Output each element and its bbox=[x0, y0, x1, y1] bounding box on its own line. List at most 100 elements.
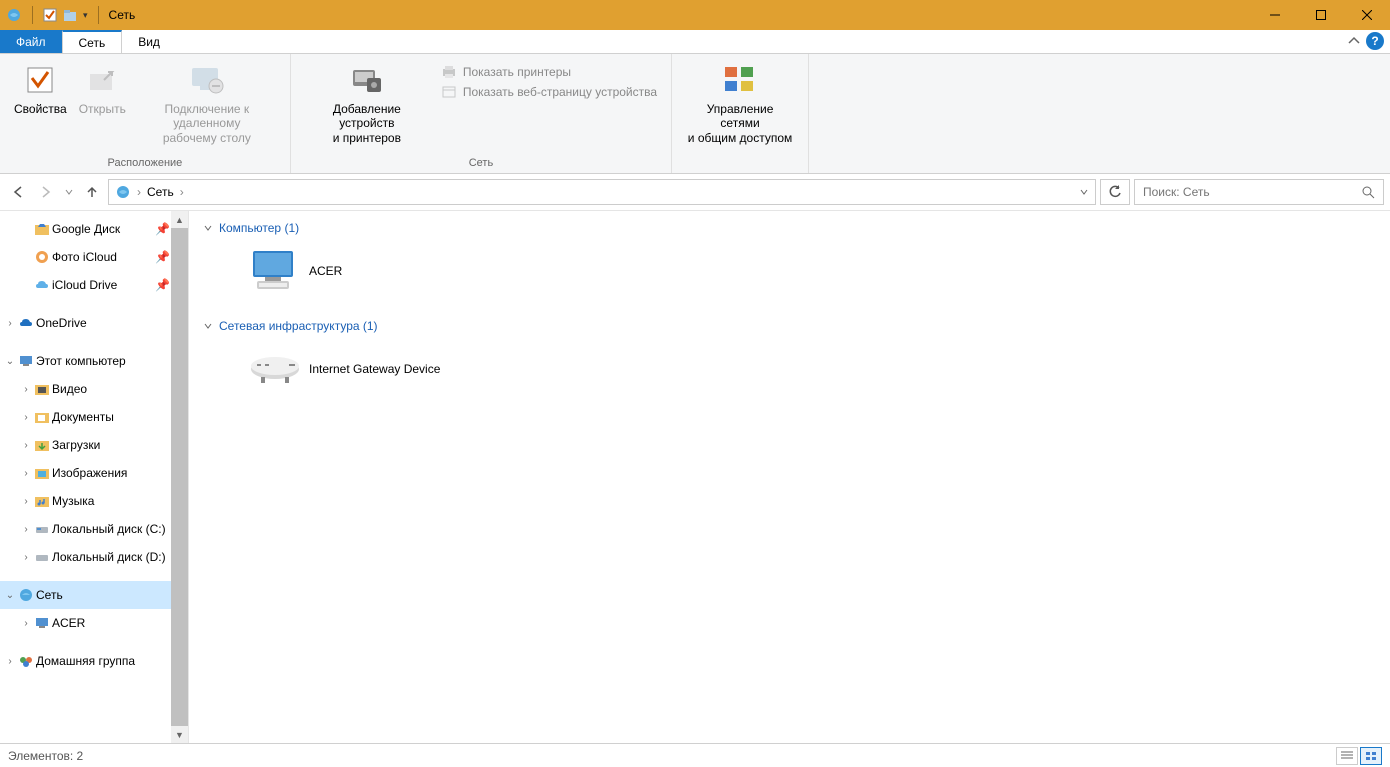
collapse-icon[interactable]: ⌄ bbox=[4, 355, 16, 367]
label: Сеть bbox=[36, 588, 63, 602]
expand-icon[interactable]: › bbox=[20, 495, 32, 507]
scroll-up-button[interactable]: ▲ bbox=[171, 211, 188, 228]
label: Изображения bbox=[52, 466, 127, 480]
computer-icon bbox=[18, 353, 34, 369]
folder-qat-icon[interactable] bbox=[63, 8, 77, 22]
group-label: Компьютер (1) bbox=[219, 221, 299, 235]
ribbon: Свойства Открыть Подключение к удаленном… bbox=[0, 54, 1390, 174]
expand-icon[interactable]: › bbox=[20, 523, 32, 535]
titlebar: ▾ Сеть bbox=[0, 0, 1390, 30]
sidebar-item-homegroup[interactable]: › Домашняя группа bbox=[0, 647, 188, 675]
forward-button[interactable] bbox=[34, 180, 58, 204]
webpage-icon bbox=[441, 84, 457, 100]
sidebar-scrollbar[interactable]: ▲ ▼ bbox=[171, 211, 188, 743]
sidebar-item-photo-icloud[interactable]: Фото iCloud 📌 bbox=[0, 243, 188, 271]
group-header-infra[interactable]: Сетевая инфраструктура (1) bbox=[203, 319, 1390, 333]
group-label: Сетевая инфраструктура (1) bbox=[219, 319, 378, 333]
chevron-right-icon[interactable]: › bbox=[137, 185, 141, 199]
chevron-right-icon[interactable]: › bbox=[180, 185, 184, 199]
show-webpage-label: Показать веб-страницу устройства bbox=[463, 85, 657, 99]
expand-icon[interactable]: › bbox=[20, 617, 32, 629]
collapse-icon[interactable] bbox=[203, 321, 213, 331]
sidebar-item-this-pc[interactable]: ⌄ Этот компьютер bbox=[0, 347, 188, 375]
sidebar-item-music[interactable]: › Музыка bbox=[0, 487, 188, 515]
group-header-computer[interactable]: Компьютер (1) bbox=[203, 221, 1390, 235]
sidebar-item-network[interactable]: ⌄ Сеть bbox=[0, 581, 188, 609]
label: Этот компьютер bbox=[36, 354, 126, 368]
refresh-button[interactable] bbox=[1100, 179, 1130, 205]
up-button[interactable] bbox=[80, 180, 104, 204]
breadcrumb-network[interactable]: Сеть bbox=[147, 185, 174, 199]
label: Локальный диск (C:) bbox=[52, 522, 166, 536]
close-button[interactable] bbox=[1344, 0, 1390, 30]
network-icon bbox=[6, 7, 22, 23]
network-center-button[interactable]: Управление сетямии общим доступом bbox=[680, 58, 800, 147]
qat-dropdown-icon[interactable]: ▾ bbox=[83, 10, 88, 21]
tab-network[interactable]: Сеть bbox=[62, 30, 123, 53]
details-view-button[interactable] bbox=[1336, 747, 1358, 765]
expand-icon[interactable]: › bbox=[20, 467, 32, 479]
sidebar-item-documents[interactable]: › Документы bbox=[0, 403, 188, 431]
navigation-pane: Google Диск 📌 Фото iCloud 📌 iCloud Drive… bbox=[0, 211, 189, 743]
expand-icon[interactable]: › bbox=[20, 551, 32, 563]
expand-icon[interactable]: › bbox=[20, 383, 32, 395]
ribbon-group-location: Свойства Открыть Подключение к удаленном… bbox=[0, 54, 291, 173]
label: Загрузки bbox=[52, 438, 100, 452]
expand-icon[interactable]: › bbox=[20, 411, 32, 423]
label: Видео bbox=[52, 382, 87, 396]
tab-view[interactable]: Вид bbox=[122, 30, 176, 53]
expand-icon[interactable]: › bbox=[20, 439, 32, 451]
search-icon[interactable] bbox=[1361, 185, 1375, 199]
expand-icon[interactable]: › bbox=[4, 655, 16, 667]
rd-label2: рабочему столу bbox=[163, 131, 251, 145]
address-dropdown-icon[interactable] bbox=[1079, 187, 1089, 197]
ribbon-collapse-icon[interactable] bbox=[1348, 35, 1360, 47]
help-button[interactable]: ? bbox=[1366, 32, 1384, 50]
expand-icon[interactable]: › bbox=[4, 317, 16, 329]
sidebar-item-videos[interactable]: › Видео bbox=[0, 375, 188, 403]
collapse-icon[interactable]: ⌄ bbox=[4, 589, 16, 601]
checkbox-icon[interactable] bbox=[43, 8, 57, 22]
ribbon-group-network: Добавление устройстви принтеров Показать… bbox=[291, 54, 672, 173]
add-devices-button[interactable]: Добавление устройстви принтеров bbox=[299, 58, 435, 147]
sidebar-item-local-disk-2[interactable]: › Локальный диск (D:) bbox=[0, 543, 188, 571]
scroll-thumb[interactable] bbox=[171, 228, 188, 726]
address-bar[interactable]: › Сеть › bbox=[108, 179, 1096, 205]
item-gateway-device[interactable]: Internet Gateway Device bbox=[243, 339, 444, 399]
open-button[interactable]: Открыть bbox=[73, 58, 132, 118]
item-computer-acer[interactable]: ACER bbox=[243, 241, 346, 301]
sidebar-item-icloud-drive[interactable]: iCloud Drive 📌 bbox=[0, 271, 188, 299]
sidebar-item-local-disk-1[interactable]: › Локальный диск (C:) bbox=[0, 515, 188, 543]
pin-icon: 📌 bbox=[155, 278, 170, 292]
pin-icon: 📌 bbox=[155, 222, 170, 236]
show-webpage-button[interactable]: Показать веб-страницу устройства bbox=[435, 82, 663, 102]
sidebar-item-google-drive[interactable]: Google Диск 📌 bbox=[0, 215, 188, 243]
sidebar-item-acer[interactable]: › ACER bbox=[0, 609, 188, 637]
homegroup-icon bbox=[18, 653, 34, 669]
item-label: ACER bbox=[309, 264, 342, 278]
minimize-button[interactable] bbox=[1252, 0, 1298, 30]
sidebar-item-downloads[interactable]: › Загрузки bbox=[0, 431, 188, 459]
folder-icon bbox=[34, 465, 50, 481]
ribbon-tabs: Файл Сеть Вид ? bbox=[0, 30, 1390, 54]
open-label: Открыть bbox=[79, 102, 126, 116]
collapse-icon[interactable] bbox=[203, 223, 213, 233]
folder-icon bbox=[34, 221, 50, 237]
remote-desktop-button[interactable]: Подключение к удаленномурабочему столу bbox=[132, 58, 282, 147]
tab-file[interactable]: Файл bbox=[0, 30, 62, 53]
item-label: Internet Gateway Device bbox=[309, 362, 440, 376]
search-box[interactable] bbox=[1134, 179, 1384, 205]
ribbon-group-center: Управление сетямии общим доступом bbox=[672, 54, 809, 173]
properties-button[interactable]: Свойства bbox=[8, 58, 73, 118]
recent-dropdown[interactable] bbox=[62, 180, 76, 204]
show-printers-button[interactable]: Показать принтеры bbox=[435, 62, 663, 82]
sidebar-item-pictures[interactable]: › Изображения bbox=[0, 459, 188, 487]
search-input[interactable] bbox=[1143, 185, 1361, 199]
folder-icon bbox=[34, 409, 50, 425]
maximize-button[interactable] bbox=[1298, 0, 1344, 30]
back-button[interactable] bbox=[6, 180, 30, 204]
large-icons-view-button[interactable] bbox=[1360, 747, 1382, 765]
nc-label1: Управление сетями bbox=[707, 102, 774, 130]
scroll-down-button[interactable]: ▼ bbox=[171, 726, 188, 743]
sidebar-item-onedrive[interactable]: › OneDrive bbox=[0, 309, 188, 337]
